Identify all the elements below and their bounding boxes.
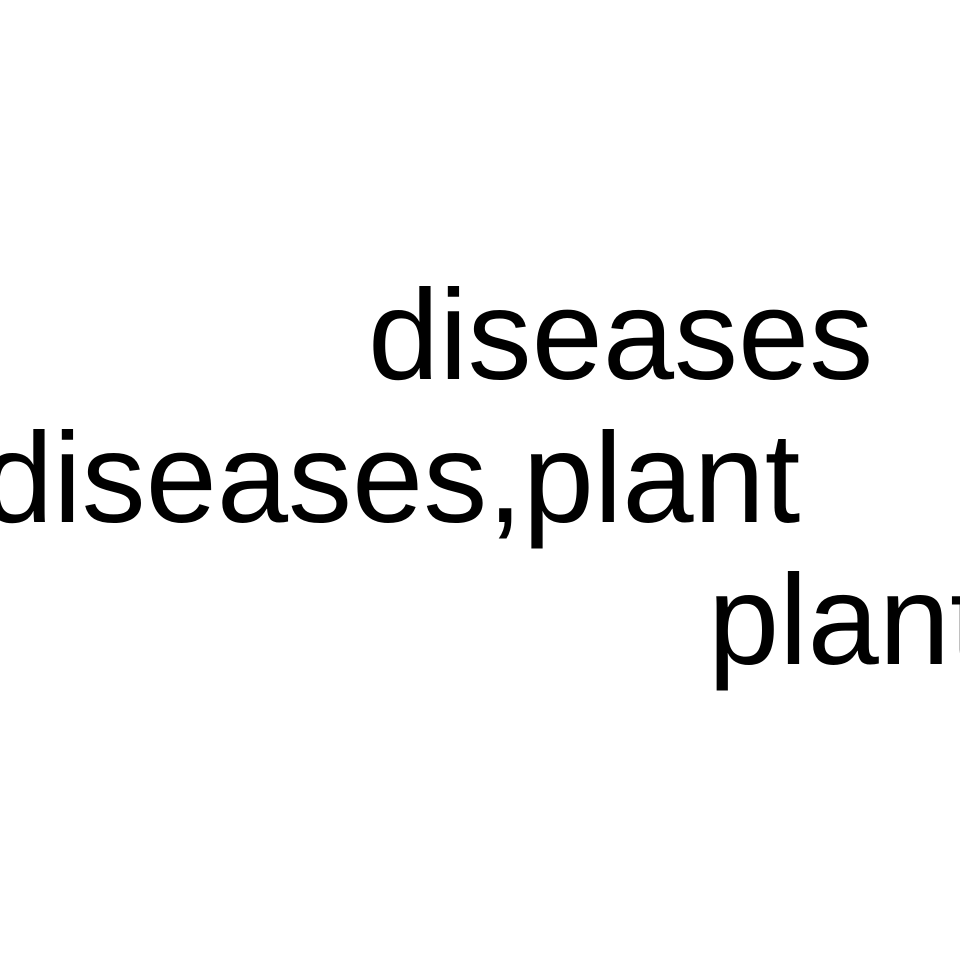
word-diseases-plant: diseases,plant [0,407,801,550]
word-plant: plant [708,549,960,692]
word-canvas: diseases diseases,plant plant [0,0,960,960]
word-diseases: diseases [368,264,874,407]
